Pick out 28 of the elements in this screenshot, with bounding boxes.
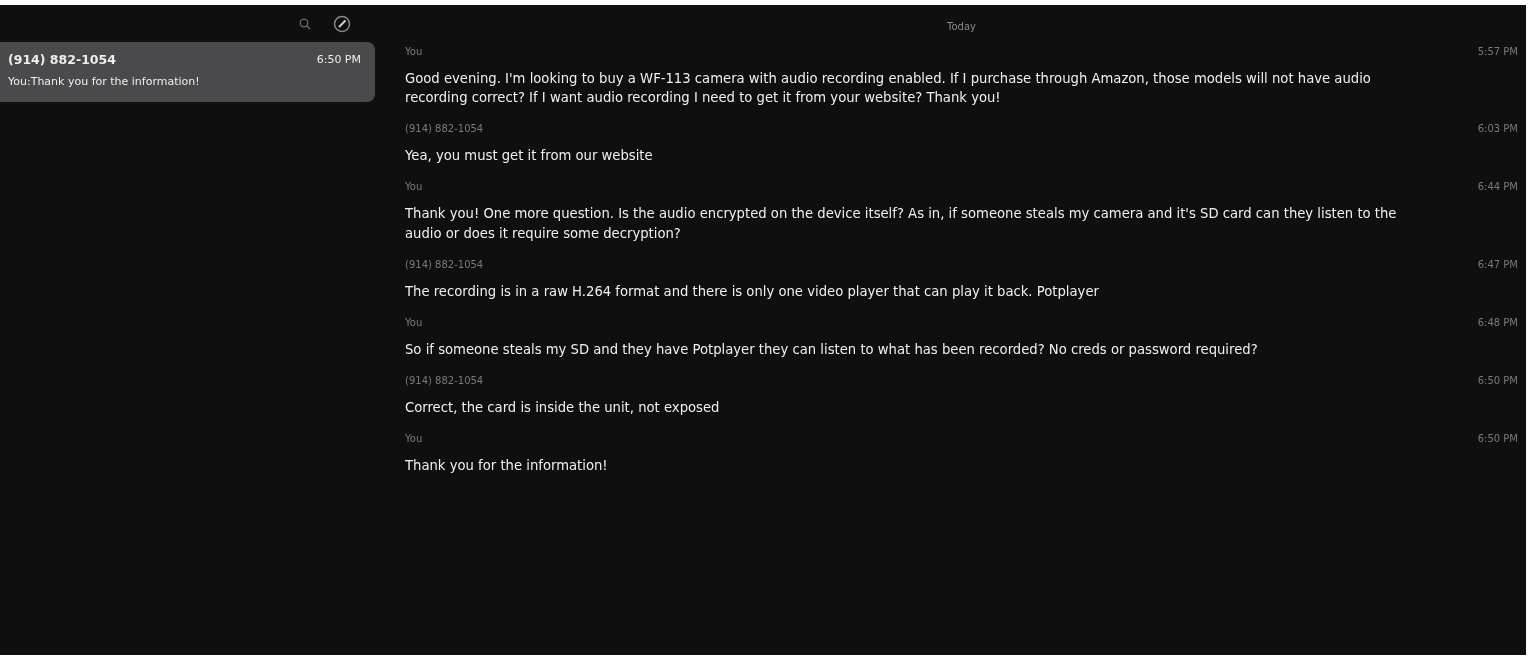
- message-time: 6:50 PM: [316, 52, 361, 69]
- message-text: So if someone steals my SD and they have Potplayer they can listen to what has been recorded? No creds or password required?: [405, 340, 1259, 359]
- sender-name: (914) 882-1054: [405, 122, 484, 137]
- date-header: Today: [946, 20, 977, 34]
- sender-name: You: [405, 45, 423, 59]
- message-preview: You:Thank you for the information!: [8, 73, 201, 90]
- message-text: Yea, you must get it from our website: [405, 147, 654, 166]
- message-text: Correct, the card is inside the unit, not exposed: [405, 399, 721, 417]
- message-time: 6:50 PM: [1477, 374, 1518, 388]
- message-text: Good evening. I'm looking to buy a WF-113 camera with audio recording enabled. If I purchase through Amazon, those models will not have audio recording correct? If I want audio recording I need to get it from your website? Thank you!: [405, 70, 1372, 108]
- message-time: 6:48 PM: [1477, 315, 1518, 330]
- message-text: The recording is in a raw H.264 format and there is only one video player that can play it back. Potplayer: [405, 282, 1100, 301]
- message-time: 6:47 PM: [1477, 257, 1518, 272]
- sender-name: You: [405, 432, 423, 447]
- sender-name: You: [405, 180, 423, 195]
- search-icon[interactable]: [299, 17, 311, 30]
- sender-name: You: [405, 315, 423, 330]
- compose-icon[interactable]: [333, 14, 351, 33]
- message-time: 6:50 PM: [1477, 432, 1518, 447]
- message-time: 6:44 PM: [1477, 180, 1518, 195]
- contact-name: (914) 882-1054: [8, 51, 116, 69]
- sender-name: (914) 882-1054: [405, 257, 484, 272]
- message-time: 5:57 PM: [1477, 45, 1518, 59]
- sender-name: (914) 882-1054: [405, 374, 484, 388]
- conversation-item[interactable]: (914) 882-1054 6:50 PM You:Thank you for the information!: [0, 42, 375, 103]
- message-time: 6:03 PM: [1477, 122, 1518, 137]
- message-text: Thank you! One more question. Is the audio encrypted on the device itself? As in, if someone steals my camera and it's SD card can they listen to the audio or does it require some decryption?: [405, 205, 1398, 243]
- message-text: Thank you for the information!: [405, 457, 609, 476]
